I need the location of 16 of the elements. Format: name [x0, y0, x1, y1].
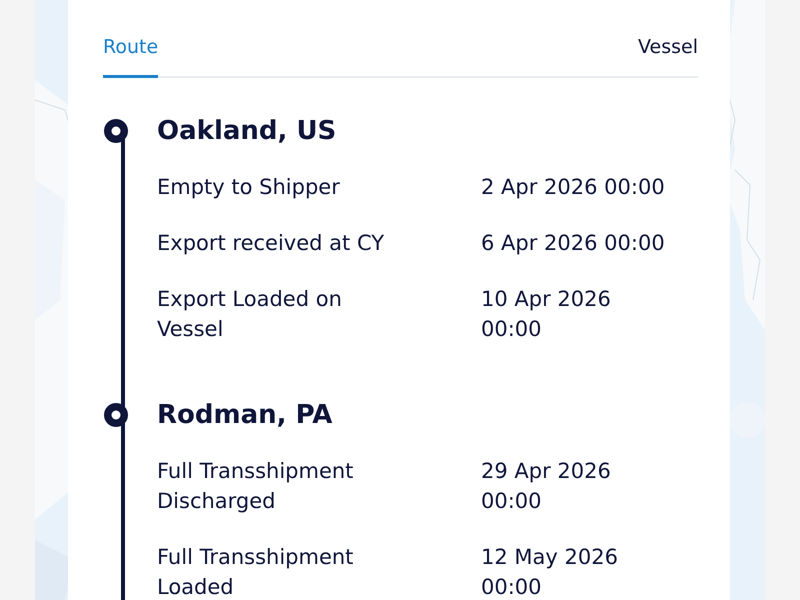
event-time: 29 Apr 2026 00:00 [481, 458, 612, 515]
tab[interactable]: Route [103, 0, 158, 78]
event-time: 2 Apr 2026 00:00 [481, 174, 666, 201]
event-time: 10 Apr 2026 00:00 [481, 286, 612, 343]
event-name: Full Transshipment Discharged [157, 458, 354, 515]
event-name: Full Transshipment Loaded [157, 544, 354, 600]
event-time: 6 Apr 2026 00:00 [481, 230, 666, 257]
event-time: 12 May 2026 00:00 [481, 544, 619, 600]
event-name: Export Loaded on Vessel [157, 286, 343, 343]
stop-marker-icon [103, 402, 129, 428]
event-name: Empty to Shipper [157, 174, 341, 201]
event-name: Export received at CY [157, 230, 386, 257]
stop-marker-icon [103, 118, 129, 144]
port-name: Oakland, US [157, 115, 338, 148]
port-name: Rodman, PA [157, 399, 334, 432]
tab[interactable]: Vessel [638, 0, 698, 78]
